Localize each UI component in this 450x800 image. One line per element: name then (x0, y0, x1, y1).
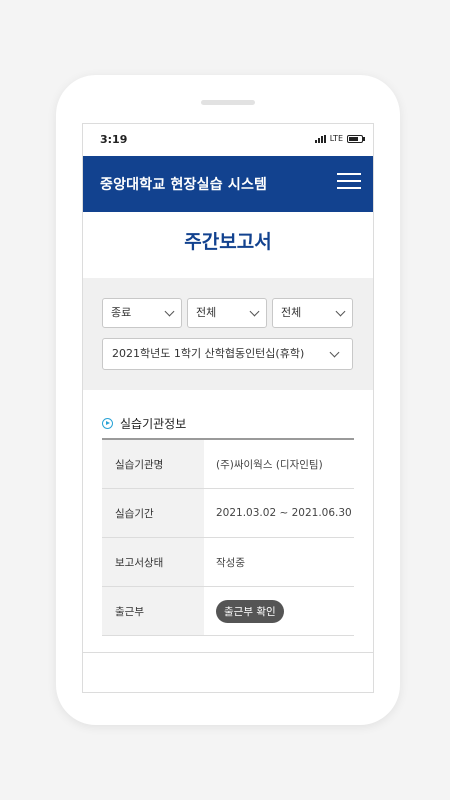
chevron-down-icon (329, 347, 340, 358)
phone-screen: 3:19 LTE 중앙대학교 현장실습 시스템 주간보고서 종료 전체 전체 2… (82, 123, 374, 693)
battery-icon (347, 134, 365, 143)
chevron-down-icon (249, 306, 260, 317)
filter2-select-value: 전체 (196, 306, 217, 319)
filter2-select[interactable]: 전체 (187, 298, 267, 328)
app-title: 중앙대학교 현장실습 시스템 (100, 177, 268, 193)
filter3-select-value: 전체 (281, 306, 302, 319)
status-bar: 3:19 LTE (83, 124, 373, 156)
program-select-value: 2021학년도 1학기 산학협동인턴십(휴학) (112, 347, 305, 360)
table-row: 실습기간 2021.03.02 ~ 2021.06.30 (102, 488, 354, 538)
attendance-check-button[interactable]: 출근부 확인 (216, 599, 284, 623)
phone-speaker (201, 100, 255, 105)
row-label: 실습기관명 (102, 440, 204, 489)
program-select[interactable]: 2021학년도 1학기 산학협동인턴십(휴학) (102, 338, 353, 370)
section-title: 실습기관정보 (120, 416, 187, 431)
report-status: 작성중 (204, 537, 354, 587)
status-indicators: LTE (314, 134, 365, 143)
filter-area: 종료 전체 전체 2021학년도 1학기 산학협동인턴십(휴학) (83, 278, 373, 390)
practice-period: 2021.03.02 ~ 2021.06.30 (204, 488, 354, 538)
table-row: 실습기관명 (주)싸이웍스 (디자인팀) (102, 440, 354, 489)
row-label: 실습기간 (102, 488, 204, 538)
status-select-value: 종료 (111, 306, 132, 319)
bottom-divider (83, 652, 373, 653)
institution-section: 실습기관정보 실습기관명 (주)싸이웍스 (디자인팀) 실습기간 2021.03… (83, 410, 373, 636)
status-select[interactable]: 종료 (102, 298, 182, 328)
row-label: 보고서상태 (102, 537, 204, 587)
table-row: 출근부 출근부 확인 (102, 586, 354, 636)
phone-frame: 3:19 LTE 중앙대학교 현장실습 시스템 주간보고서 종료 전체 전체 2… (56, 75, 400, 725)
table-row: 보고서상태 작성중 (102, 537, 354, 587)
chevron-down-icon (335, 306, 346, 317)
info-table: 실습기관명 (주)싸이웍스 (디자인팀) 실습기간 2021.03.02 ~ 2… (102, 440, 354, 636)
menu-icon[interactable] (337, 173, 361, 191)
page-title: 주간보고서 (184, 231, 272, 253)
row-label: 출근부 (102, 586, 204, 636)
signal-icon (314, 134, 326, 143)
chevron-down-icon (164, 306, 175, 317)
app-bar: 중앙대학교 현장실습 시스템 (83, 156, 373, 212)
section-header: 실습기관정보 (102, 410, 354, 440)
network-label: LTE (329, 134, 343, 143)
status-time: 3:19 (100, 133, 128, 146)
institution-name: (주)싸이웍스 (디자인팀) (204, 440, 354, 489)
filter3-select[interactable]: 전체 (272, 298, 353, 328)
attendance-cell: 출근부 확인 (204, 586, 354, 636)
play-circle-icon (102, 417, 113, 429)
